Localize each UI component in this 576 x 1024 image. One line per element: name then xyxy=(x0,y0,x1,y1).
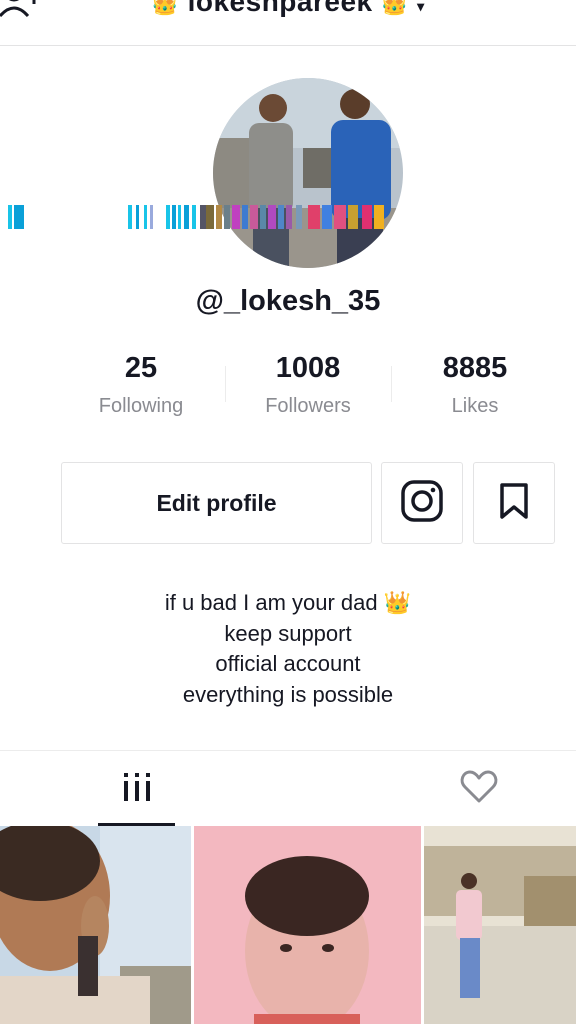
following-count: 25 xyxy=(124,352,158,384)
profile-tabs xyxy=(0,750,576,826)
video-grid xyxy=(0,826,576,1024)
profile-stats: 25 Following 1008 Followers 8885 Likes xyxy=(58,352,558,432)
video-thumbnail[interactable] xyxy=(194,826,421,1024)
account-switcher[interactable]: 👑 lokeshpareek 👑 ▾ xyxy=(0,0,576,18)
bio-line: keep support xyxy=(224,620,352,646)
instagram-icon xyxy=(400,479,444,528)
followers-count: 1008 xyxy=(275,352,341,384)
bio-line: if u bad I am your dad 👑 xyxy=(0,588,576,619)
heart-icon xyxy=(460,770,498,809)
edit-profile-button[interactable]: Edit profile xyxy=(61,462,372,544)
tab-videos[interactable] xyxy=(98,751,175,827)
bio-line: official account xyxy=(215,651,361,676)
likes-label: Likes xyxy=(451,395,499,417)
favorites-button[interactable] xyxy=(473,462,555,544)
crown-icon: 👑 xyxy=(151,0,180,16)
stat-likes[interactable]: 8885 Likes xyxy=(392,352,558,418)
bio: if u bad I am your dad 👑 keep support of… xyxy=(0,588,576,710)
bio-text: if u bad I am your dad xyxy=(164,590,378,615)
following-label: Following xyxy=(98,395,184,417)
instagram-button[interactable] xyxy=(381,462,463,544)
glitch-artifact xyxy=(0,205,576,231)
chevron-down-icon: ▾ xyxy=(417,0,425,14)
likes-count: 8885 xyxy=(442,352,508,384)
grid-icon xyxy=(122,771,152,808)
top-bar: 👑 lokeshpareek 👑 ▾ xyxy=(0,0,576,46)
username: @_lokesh_35 xyxy=(195,285,381,317)
bio-line: everything is possible xyxy=(182,681,394,707)
bookmark-icon xyxy=(499,482,529,525)
stat-following[interactable]: 25 Following xyxy=(58,352,224,418)
followers-label: Followers xyxy=(265,395,351,417)
stat-followers[interactable]: 1008 Followers xyxy=(225,352,391,418)
tab-liked[interactable] xyxy=(440,751,517,827)
video-thumbnail[interactable] xyxy=(0,826,191,1024)
avatar[interactable] xyxy=(213,78,403,268)
crown-icon: 👑 xyxy=(383,590,412,615)
video-thumbnail[interactable] xyxy=(424,826,576,1024)
crown-icon: 👑 xyxy=(380,0,409,16)
account-name: lokeshpareek xyxy=(187,0,373,17)
